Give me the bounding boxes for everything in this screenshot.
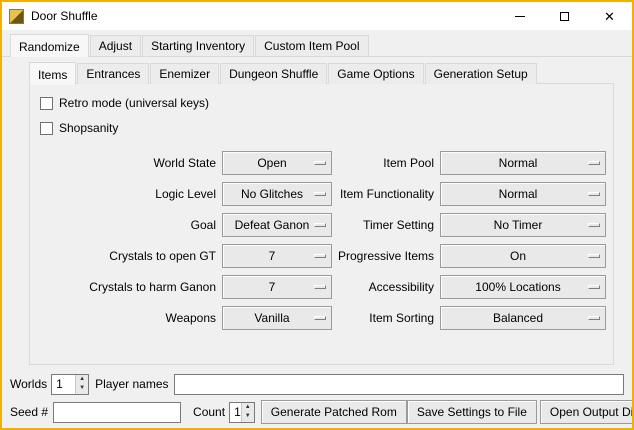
titlebar: Door Shuffle ✕ [2,2,632,30]
seed-row: Seed # Count 1 ▲ ▼ Generate Patched Rom … [10,400,624,424]
count-spinner-arrows: ▲ ▼ [241,403,254,422]
crystals-harm-ganon-label: Crystals to harm Ganon [40,280,218,294]
item-pool-label: Item Pool [336,156,436,170]
progressive-items-label: Progressive Items [336,249,436,263]
tab-randomize[interactable]: Randomize [10,34,89,57]
item-sorting-dropdown[interactable]: Balanced [440,306,606,330]
inner-tabbar: Items Entrances Enemizer Dungeon Shuffle… [29,62,614,84]
dropdown-indicator-icon [314,161,326,165]
weapons-label: Weapons [40,311,218,325]
goal-label: Goal [40,218,218,232]
worlds-label: Worlds [10,377,47,391]
world-state-label: World State [40,156,218,170]
timer-setting-dropdown[interactable]: No Timer [440,213,606,237]
count-spinner[interactable]: 1 ▲ ▼ [229,402,255,423]
worlds-spinner[interactable]: 1 ▲ ▼ [51,374,89,395]
crystals-open-gt-label: Crystals to open GT [40,249,218,263]
worlds-spinner-up-icon[interactable]: ▲ [76,375,88,385]
app-icon [9,9,24,24]
seed-label: Seed # [10,405,48,419]
dropdown-indicator-icon [588,254,600,258]
dropdown-indicator-icon [314,192,326,196]
item-functionality-dropdown[interactable]: Normal [440,182,606,206]
dropdown-indicator-icon [588,192,600,196]
tab-starting-inventory[interactable]: Starting Inventory [142,35,254,56]
count-label: Count [193,405,225,419]
outer-tabbar: Randomize Adjust Starting Inventory Cust… [2,30,632,57]
close-icon: ✕ [604,10,615,23]
retro-mode-checkbox[interactable]: Retro mode (universal keys) [40,92,613,114]
dropdown-indicator-icon [314,285,326,289]
worlds-spinner-down-icon[interactable]: ▼ [76,384,88,394]
shopsanity-label: Shopsanity [59,121,118,135]
items-tab-pane: Retro mode (universal keys) Shopsanity W… [29,83,614,365]
count-spinner-up-icon[interactable]: ▲ [242,403,254,413]
weapons-dropdown[interactable]: Vanilla [222,306,332,330]
tab-entrances[interactable]: Entrances [77,63,149,84]
shopsanity-checkbox[interactable]: Shopsanity [40,117,613,139]
goal-dropdown[interactable]: Defeat Ganon [222,213,332,237]
door-shuffle-window: Door Shuffle ✕ Randomize Adjust Starting… [0,0,634,430]
minimize-icon [515,16,525,17]
retro-mode-checkbox-box[interactable] [40,97,53,110]
dropdown-indicator-icon [588,161,600,165]
accessibility-dropdown[interactable]: 100% Locations [440,275,606,299]
retro-mode-label: Retro mode (universal keys) [59,96,209,110]
crystals-harm-ganon-dropdown[interactable]: 7 [222,275,332,299]
player-names-label: Player names [95,377,168,391]
item-sorting-label: Item Sorting [336,311,436,325]
item-functionality-label: Item Functionality [336,187,436,201]
tab-generation-setup[interactable]: Generation Setup [425,63,537,84]
option-fields: World State Open Item Pool Normal Logic … [40,151,613,330]
tab-dungeon-shuffle[interactable]: Dungeon Shuffle [220,63,327,84]
crystals-open-gt-dropdown[interactable]: 7 [222,244,332,268]
seed-input[interactable] [53,402,181,423]
world-state-dropdown[interactable]: Open [222,151,332,175]
dropdown-indicator-icon [588,285,600,289]
maximize-icon [560,12,569,21]
generate-patched-rom-button[interactable]: Generate Patched Rom [261,400,407,424]
worlds-row: Worlds 1 ▲ ▼ Player names [10,373,624,395]
open-output-directory-button[interactable]: Open Output Directory [540,400,634,424]
dropdown-indicator-icon [314,316,326,320]
tab-items[interactable]: Items [29,62,76,85]
tab-enemizer[interactable]: Enemizer [150,63,219,84]
dropdown-indicator-icon [314,254,326,258]
worlds-spinner-arrows: ▲ ▼ [75,375,88,394]
tab-adjust[interactable]: Adjust [90,35,141,56]
tab-custom-item-pool[interactable]: Custom Item Pool [255,35,368,56]
logic-level-label: Logic Level [40,187,218,201]
maximize-button[interactable] [542,2,587,30]
dropdown-indicator-icon [314,223,326,227]
count-spinner-down-icon[interactable]: ▼ [242,412,254,422]
tab-game-options[interactable]: Game Options [328,63,423,84]
dropdown-indicator-icon [588,223,600,227]
accessibility-label: Accessibility [336,280,436,294]
player-names-input[interactable] [174,374,625,395]
progressive-items-dropdown[interactable]: On [440,244,606,268]
window-title: Door Shuffle [31,9,98,23]
timer-setting-label: Timer Setting [336,218,436,232]
dropdown-indicator-icon [588,316,600,320]
save-settings-button[interactable]: Save Settings to File [407,400,537,424]
minimize-button[interactable] [497,2,542,30]
shopsanity-checkbox-box[interactable] [40,122,53,135]
item-pool-dropdown[interactable]: Normal [440,151,606,175]
close-button[interactable]: ✕ [587,2,632,30]
logic-level-dropdown[interactable]: No Glitches [222,182,332,206]
inner-notebook: Items Entrances Enemizer Dungeon Shuffle… [29,62,614,365]
